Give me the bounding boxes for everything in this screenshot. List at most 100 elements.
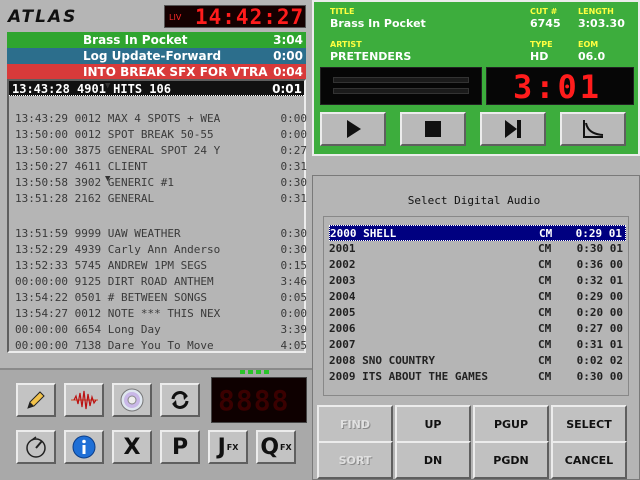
- queue-title: Log Update-Forward: [83, 49, 222, 63]
- log-duration: 0:00: [280, 112, 308, 125]
- audio-cut: 2005: [329, 306, 356, 319]
- pgdn-button[interactable]: PGDN: [473, 441, 549, 479]
- refresh-button[interactable]: [160, 383, 200, 417]
- audio-row[interactable]: 2004 CM 0:29 00: [329, 289, 626, 305]
- log-text: 00:00:00 6654 Long Day: [15, 323, 161, 336]
- clock-mode: LIV: [169, 13, 182, 22]
- pause-button[interactable]: P: [160, 430, 200, 464]
- queue-fx-button[interactable]: Q FX: [256, 430, 296, 464]
- select-audio-dialog: Select Digital Audio 2000 SHELL CM 0:29 01…: [312, 175, 640, 480]
- find-button[interactable]: FIND: [317, 405, 393, 443]
- audio-row[interactable]: 2008 SNO COUNTRY CM 0:02 02: [329, 353, 626, 369]
- pgup-button[interactable]: PGUP: [473, 405, 549, 443]
- audio-category: CM: [538, 338, 552, 351]
- dn-button[interactable]: DN: [395, 441, 471, 479]
- queue-title: INTO BREAK SFX FOR VTRA: [83, 65, 268, 79]
- audio-cut: 2008 SNO COUNTRY: [329, 354, 435, 367]
- down-marker-icon: ▼: [105, 174, 111, 184]
- audio-list[interactable]: 2000 SHELL CM 0:29 01 2001 CM 0:30 01 2002 CM 0:…: [323, 216, 629, 396]
- audio-cut: 2001: [329, 242, 356, 255]
- length-label: LENGTH: [578, 7, 614, 16]
- log-duration: 0:00: [280, 128, 308, 141]
- log-row[interactable]: 13:54:22 0501 # BETWEEN SONGS 0:05: [15, 290, 311, 306]
- audio-category: CM: [538, 242, 552, 255]
- audio-row[interactable]: 2005 CM 0:20 00: [329, 305, 626, 321]
- audio-category: CM: [538, 274, 552, 287]
- audio-duration: 0:27 00: [576, 322, 623, 335]
- audio-duration: 0:29 00: [576, 290, 623, 303]
- log-row[interactable]: 13:50:00 3875 GENERAL SPOT 24 Y 0:27: [15, 143, 311, 159]
- down-marker-icon: ▼: [105, 81, 111, 91]
- log-text: 13:50:58 3902 GENERIC #1: [15, 176, 174, 189]
- log-row[interactable]: 13:52:29 4939 Carly Ann Anderso 0:30: [15, 242, 311, 258]
- log-text: 13:51:59 9999 UAW WEATHER: [15, 227, 181, 240]
- info-button[interactable]: [64, 430, 104, 464]
- stop-button[interactable]: [400, 112, 466, 146]
- audio-duration: 0:36 00: [576, 258, 623, 271]
- audio-duration: 0:30 01: [576, 242, 623, 255]
- audio-duration: 0:20 00: [576, 306, 623, 319]
- log-list[interactable]: ▼ 13:43:29 0012 MAX 4 SPOTS + WEA 0:00 13:…: [7, 79, 307, 353]
- audio-cut: 2006: [329, 322, 356, 335]
- log-row[interactable]: 13:43:29 0012 MAX 4 SPOTS + WEA 0:00: [15, 111, 311, 127]
- log-duration: 0:27: [280, 144, 308, 157]
- title-value: Brass In Pocket: [330, 17, 426, 30]
- audio-duration: 0:29 01: [575, 227, 622, 240]
- audio-category: CM: [539, 227, 553, 240]
- stop-icon: [425, 121, 441, 137]
- queue-row[interactable]: INTO BREAK SFX FOR VTRA 0:04: [7, 64, 306, 80]
- log-row[interactable]: 13:50:58 3902 GENERIC #1 0:30: [15, 175, 311, 191]
- meter-icon: [26, 436, 46, 458]
- log-row[interactable]: 13:51:28 2162 GENERAL 0:31: [15, 191, 311, 207]
- fade-curve-icon: [583, 120, 604, 138]
- audio-cut: 2009 ITS ABOUT THE GAMES: [329, 370, 488, 383]
- log-row[interactable]: 13:50:00 0012 SPOT BREAK 50-55 0:00: [15, 127, 311, 143]
- log-row[interactable]: 13:52:33 5745 ANDREW 1PM SEGS 0:15: [15, 258, 311, 274]
- atlas-logo: ATLAS: [8, 7, 78, 27]
- log-text: 00:00:00 7138 Dare You To Move: [15, 339, 214, 352]
- fade-button[interactable]: [560, 112, 626, 146]
- next-button[interactable]: [480, 112, 546, 146]
- sort-button[interactable]: SORT: [317, 441, 393, 479]
- play-button[interactable]: [320, 112, 386, 146]
- audio-row[interactable]: 2007 CM 0:31 01: [329, 337, 626, 353]
- fx-label: FX: [226, 442, 239, 452]
- queue-row[interactable]: Log Update-Forward 0:00: [7, 48, 306, 64]
- log-duration: 0:30: [280, 227, 308, 240]
- log-row[interactable]: 13:54:27 0012 NOTE *** THIS NEX 0:00: [15, 306, 311, 322]
- cancel-button[interactable]: CANCEL: [551, 441, 627, 479]
- select-button[interactable]: SELECT: [551, 405, 627, 443]
- play-icon: [347, 120, 361, 138]
- audio-row[interactable]: 2003 CM 0:32 01: [329, 273, 626, 289]
- log-row[interactable]: 00:00:00 7138 Dare You To Move 4:05: [15, 338, 311, 354]
- eom-label: EOM: [578, 40, 599, 49]
- log-row[interactable]: 00:00:00 9125 DIRT ROAD ANTHEM 3:46: [15, 274, 311, 290]
- log-row[interactable]: 00:00:00 6654 Long Day 3:39: [15, 322, 311, 338]
- meter-button[interactable]: [16, 430, 56, 464]
- waveform-icon: [71, 390, 98, 410]
- log-duration: 0:00: [280, 307, 308, 320]
- audio-row[interactable]: 2000 SHELL CM 0:29 01: [329, 225, 626, 241]
- audio-row[interactable]: 2001 CM 0:30 01: [329, 241, 626, 257]
- audio-cut: 2000 SHELL: [330, 227, 397, 240]
- cd-icon: [120, 388, 144, 412]
- audio-row[interactable]: 2009 ITS ABOUT THE GAMES CM 0:30 00: [329, 369, 626, 385]
- waveform-button[interactable]: [64, 383, 104, 417]
- log-text: 13:52:33 5745 ANDREW 1PM SEGS: [15, 259, 208, 272]
- log-text: 13:43:29 0012 MAX 4 SPOTS + WEA: [15, 112, 221, 125]
- queue-row[interactable]: Brass In Pocket 3:04: [7, 32, 306, 48]
- log-row[interactable]: 13:51:59 9999 UAW WEATHER 0:30: [15, 226, 311, 242]
- audio-duration: 0:30 00: [576, 370, 623, 383]
- audio-duration: 0:02 02: [576, 354, 623, 367]
- jingle-fx-button[interactable]: J FX: [208, 430, 248, 464]
- cd-button[interactable]: [112, 383, 152, 417]
- log-duration: 0:05: [280, 291, 308, 304]
- log-text: 13:51:28 2162 GENERAL: [15, 192, 155, 205]
- delete-button[interactable]: X: [112, 430, 152, 464]
- up-button[interactable]: UP: [395, 405, 471, 443]
- log-row[interactable]: 13:50:27 4611 CLIENT 0:31: [15, 159, 311, 175]
- log-duration: 0:30: [280, 176, 308, 189]
- audio-row[interactable]: 2002 CM 0:36 00: [329, 257, 626, 273]
- audio-row[interactable]: 2006 CM 0:27 00: [329, 321, 626, 337]
- edit-button[interactable]: [16, 383, 56, 417]
